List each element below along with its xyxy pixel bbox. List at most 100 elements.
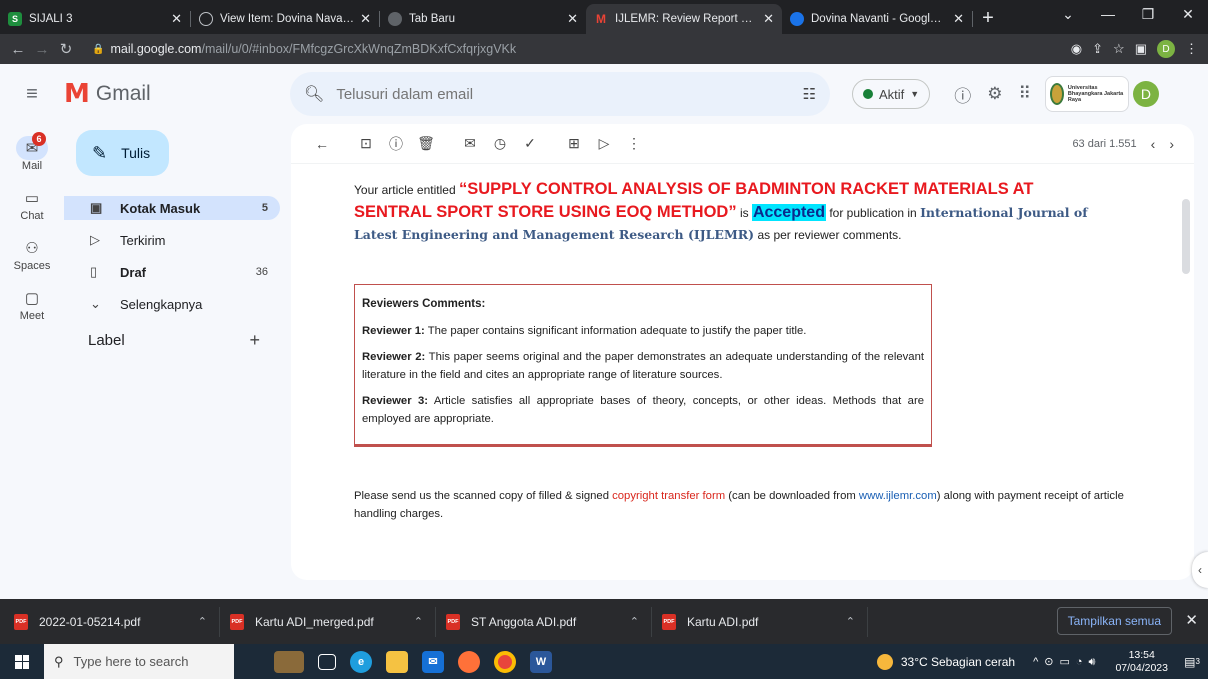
status-selector[interactable]: Aktif ▼ — [852, 79, 931, 109]
journal-website-link[interactable]: www.ijlemr.com — [859, 490, 937, 502]
chevron-up-icon[interactable]: ⌃ — [198, 615, 207, 628]
chevron-up-icon[interactable]: ⌃ — [846, 615, 855, 628]
browser-tab-new[interactable]: Tab Baru ✕ — [380, 4, 586, 34]
nav-label: Draf — [120, 264, 147, 280]
add-label-icon[interactable]: + — [249, 330, 260, 351]
expand-icon: ⌄ — [90, 296, 101, 311]
reload-icon[interactable]: ↻ — [54, 40, 78, 58]
side-panel-toggle-icon[interactable]: ‹ — [1192, 552, 1208, 588]
browser-profile-avatar[interactable]: D — [1157, 40, 1175, 58]
chevron-up-icon[interactable]: ⌃ — [630, 615, 639, 628]
copyright-form-link[interactable]: copyright transfer form — [612, 490, 725, 502]
close-window-icon[interactable]: ✕ — [1168, 0, 1208, 30]
close-tab-icon[interactable]: ✕ — [360, 11, 371, 27]
nav-item-drafts[interactable]: ▯ Draf 36 — [64, 260, 280, 284]
meet-icon: ▢ — [24, 290, 40, 307]
rail-item-meet[interactable]: ▢ Meet — [0, 286, 64, 322]
tab-search-icon[interactable]: ⌄ — [1048, 0, 1088, 30]
rail-label: Meet — [19, 310, 45, 322]
browser-tab-view-item[interactable]: View Item: Dovina Navanti, H ✕ — [191, 4, 379, 34]
search-options-icon[interactable]: ☷ — [803, 85, 816, 103]
squirrel-widget-icon[interactable] — [274, 650, 304, 673]
restore-icon[interactable]: ❐ — [1128, 0, 1168, 30]
browser-tab-sijali[interactable]: S SIJALI 3 ✕ — [0, 4, 190, 34]
forward-icon[interactable]: → — [30, 41, 54, 58]
move-to-icon[interactable]: ⊞ — [559, 135, 589, 152]
nav-item-inbox[interactable]: ▣ Kotak Masuk 5 — [64, 196, 280, 220]
archive-icon[interactable]: ⊡ — [351, 135, 381, 152]
share-icon[interactable]: ⇪ — [1092, 41, 1103, 57]
word-icon[interactable]: W — [530, 650, 552, 673]
nav-item-sent[interactable]: ▷ Terkirim — [64, 228, 280, 252]
gmail-logo[interactable]: M Gmail — [64, 79, 290, 109]
organization-logo[interactable]: Universitas Bhayangkara Jakarta Raya — [1044, 76, 1129, 112]
app-rail: ✉ 6 Mail ▭ Chat ⚇ Spaces ▢ Meet — [0, 124, 64, 599]
apps-grid-icon[interactable]: ⠿ — [1018, 84, 1030, 104]
weather-widget[interactable]: 33°C Sebagian cerah — [876, 653, 1016, 670]
more-options-icon[interactable]: ⋮ — [619, 135, 649, 152]
firefox-icon[interactable] — [458, 650, 480, 673]
file-explorer-icon[interactable] — [386, 650, 408, 673]
back-to-inbox-icon[interactable]: ← — [307, 136, 337, 152]
minimize-icon[interactable]: — — [1088, 0, 1128, 30]
newer-chevron-icon[interactable]: ‹ — [1151, 136, 1156, 152]
start-button[interactable] — [0, 644, 44, 679]
search-input[interactable] — [336, 85, 803, 103]
taskbar-search[interactable]: ⚲ Type here to search — [44, 644, 234, 679]
label-icon[interactable]: ▷ — [589, 135, 619, 152]
download-item[interactable]: PDF ST Anggota ADI.pdf ⌃ — [446, 606, 652, 637]
mark-unread-icon[interactable]: ✉ — [455, 135, 485, 152]
gmail-wordmark: Gmail — [95, 82, 151, 105]
help-icon[interactable]: ⓘ — [954, 82, 971, 107]
eye-icon[interactable]: ◉ — [1071, 41, 1082, 57]
mail-app-icon[interactable]: ✉ — [422, 650, 444, 673]
pagination: 63 dari 1.551 ‹ › — [1072, 136, 1194, 152]
tray-icons[interactable]: ^⊙▭◔🔊︎ — [1033, 655, 1101, 669]
main-menu-icon[interactable]: ≡ — [0, 83, 64, 106]
back-icon[interactable]: ← — [6, 41, 30, 58]
download-item[interactable]: PDF 2022-01-05214.pdf ⌃ — [14, 606, 220, 637]
closing-paragraph: Please send us the scanned copy of fille… — [354, 490, 1124, 520]
windows-logo-icon — [15, 654, 29, 669]
rail-item-spaces[interactable]: ⚇ Spaces — [0, 236, 64, 272]
report-spam-icon[interactable]: ⓘ — [381, 134, 411, 154]
download-item[interactable]: PDF Kartu ADI_merged.pdf ⌃ — [230, 606, 436, 637]
tab-title: IJLEMR: Review Report of you — [615, 13, 758, 25]
task-view-icon[interactable] — [318, 653, 336, 670]
download-item[interactable]: PDF Kartu ADI.pdf ⌃ — [662, 606, 868, 637]
close-tab-icon[interactable]: ✕ — [567, 11, 578, 27]
close-tab-icon[interactable]: ✕ — [763, 11, 774, 27]
browser-menu-icon[interactable]: ⋮ — [1185, 41, 1198, 57]
browser-tab-ijlemr[interactable]: M IJLEMR: Review Report of you ✕ — [586, 4, 782, 34]
url-field[interactable]: 🔒 mail.google.com/mail/u/0/#inbox/FMfcgz… — [86, 37, 1063, 61]
rail-label: Chat — [20, 210, 44, 222]
reviewers-heading: Reviewers Comments: — [362, 298, 486, 310]
clock[interactable]: 13:54 07/04/2023 — [1115, 649, 1168, 675]
older-chevron-icon[interactable]: › — [1169, 136, 1174, 152]
chrome-icon[interactable] — [494, 650, 516, 673]
notification-center-icon[interactable]: ▤ 3 — [1182, 652, 1202, 672]
show-all-downloads-button[interactable]: Tampilkan semua — [1056, 607, 1172, 635]
bookmark-star-icon[interactable]: ☆ — [1113, 41, 1125, 57]
rail-item-chat[interactable]: ▭ Chat — [0, 186, 64, 222]
settings-gear-icon[interactable]: ⚙ — [987, 84, 1002, 104]
nav-item-more[interactable]: ⌄ Selengkapnya — [64, 292, 280, 316]
weather-text: 33°C Sebagian cerah — [900, 654, 1016, 669]
edge-browser-icon[interactable]: e — [350, 650, 372, 673]
compose-button[interactable]: ✎ Tulis — [76, 130, 169, 176]
email-scrollbar[interactable] — [1182, 199, 1190, 274]
new-tab-button[interactable]: + — [973, 4, 1003, 34]
snooze-icon[interactable]: ◷ — [485, 135, 515, 152]
search-icon[interactable]: 🔍︎ — [304, 84, 324, 104]
clock-time: 13:54 — [1128, 648, 1155, 661]
account-avatar[interactable]: D — [1132, 81, 1159, 107]
close-tab-icon[interactable]: ✕ — [953, 11, 964, 27]
rail-item-mail[interactable]: ✉ 6 Mail — [0, 132, 64, 172]
close-tab-icon[interactable]: ✕ — [171, 11, 182, 27]
browser-tab-scholar[interactable]: Dovina Navanti - Google Sch ✕ — [782, 4, 972, 34]
chevron-up-icon[interactable]: ⌃ — [414, 615, 423, 628]
delete-icon[interactable]: 🗑︎ — [411, 135, 441, 152]
add-task-icon[interactable]: ✓ — [515, 135, 545, 152]
close-download-shelf-icon[interactable]: ✕ — [1185, 611, 1198, 629]
sidepanel-icon[interactable]: ▣ — [1135, 41, 1147, 57]
